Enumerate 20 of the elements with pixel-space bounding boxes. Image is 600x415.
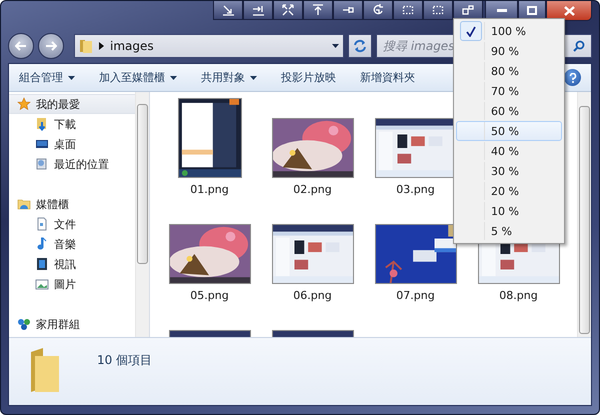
item-count: 10 個項目: [97, 352, 152, 369]
sidebar-label: 下載: [54, 116, 76, 132]
sidebar-label: 視訊: [54, 256, 76, 272]
file-name: 06.png: [293, 289, 332, 302]
sidebar-label: 最近的位置: [54, 156, 109, 172]
file-name: 02.png: [293, 183, 332, 196]
sidebar-label: 文件: [54, 216, 76, 232]
sidebar-label: 我的最愛: [36, 96, 80, 112]
file-name: 01.png: [190, 183, 229, 196]
file-name: 07.png: [396, 289, 435, 302]
sidebar-label: 音樂: [54, 236, 76, 252]
search-placeholder: 搜尋 images: [383, 38, 454, 54]
sidebar-label: 媒體櫃: [36, 196, 69, 212]
folder-path: images: [110, 39, 155, 53]
sidebar-label: 圖片: [54, 276, 76, 292]
file-name: 08.png: [499, 289, 538, 302]
file-name: 03.png: [396, 183, 435, 196]
sidebar-label: 家用群組: [36, 316, 80, 332]
file-name: 05.png: [190, 289, 229, 302]
sidebar-label: 桌面: [54, 136, 76, 152]
